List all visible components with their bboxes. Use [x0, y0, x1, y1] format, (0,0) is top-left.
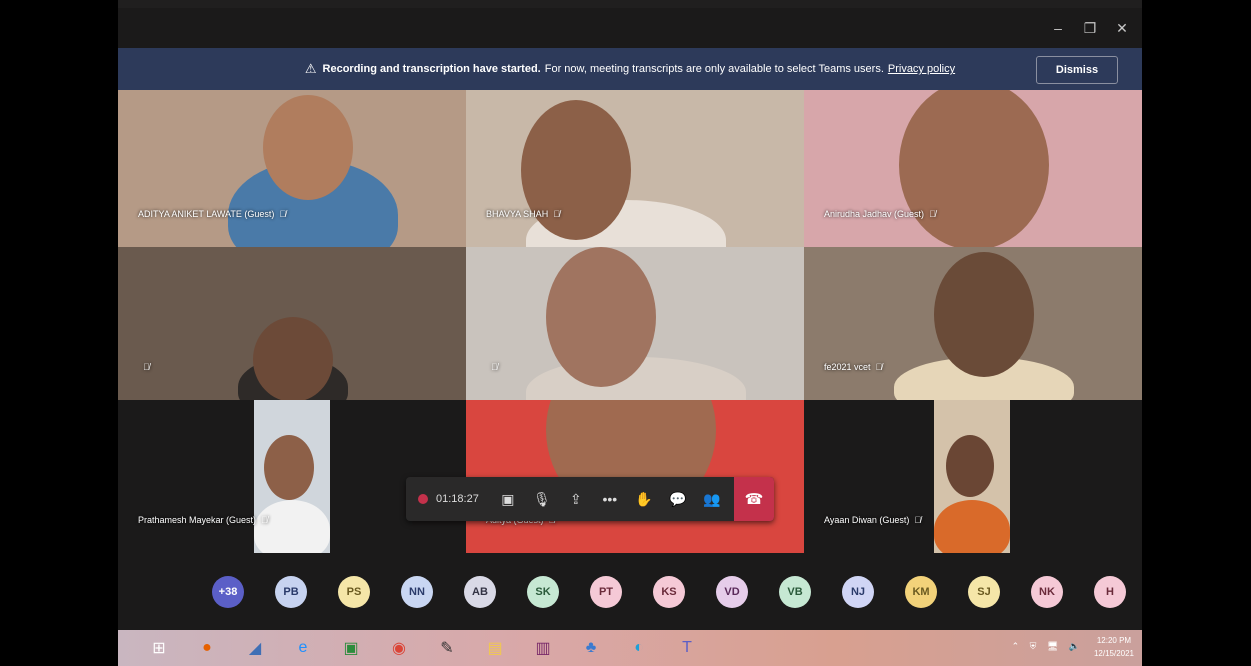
- mic-off-icon: 🎙̸: [914, 515, 922, 525]
- camera-off-icon[interactable]: ▣: [491, 477, 525, 521]
- firefox-icon[interactable]: ●: [194, 635, 220, 661]
- clock[interactable]: 12:20 PM 12/15/2021: [1094, 634, 1134, 660]
- notes-icon[interactable]: ◢: [242, 635, 268, 661]
- participant-video: [934, 400, 1010, 553]
- share-icon[interactable]: ⇪: [559, 477, 593, 521]
- close-button[interactable]: ✕: [1110, 8, 1134, 48]
- participant-avatar[interactable]: AB: [464, 576, 496, 608]
- mic-off-icon: 🎙̸: [279, 209, 287, 219]
- participant-video: [254, 400, 330, 553]
- participant-name: ADITYA ANIKET LAWATE (Guest) 🎙̸: [138, 209, 287, 219]
- participant-video: [254, 500, 330, 553]
- chrome-icon[interactable]: ◉: [386, 635, 412, 661]
- folder-icon[interactable]: ▤: [482, 635, 508, 661]
- participant-video: [546, 247, 656, 387]
- people-app-icon[interactable]: ♣: [578, 635, 604, 661]
- participant-video: [521, 100, 631, 240]
- participant-name: BHAVYA SHAH 🎙̸: [486, 209, 560, 219]
- participant-avatar[interactable]: H: [1094, 576, 1126, 608]
- banner-text: For now, meeting transcripts are only av…: [544, 63, 884, 75]
- leave-button[interactable]: ☎: [734, 477, 774, 521]
- meeting-controls: 01:18:27 ▣ 🎙 ⇪ ••• ✋ 💬 👥 ☎: [406, 477, 774, 521]
- participant-avatar[interactable]: NK: [1031, 576, 1063, 608]
- participant-avatar[interactable]: KM: [905, 576, 937, 608]
- warning-icon: ⚠: [304, 61, 317, 76]
- store-icon[interactable]: ▣: [338, 635, 364, 661]
- recording-banner: ⚠ Recording and transcription have start…: [118, 48, 1142, 90]
- video-tile[interactable]: BHAVYA SHAH 🎙̸: [466, 90, 804, 247]
- mic-off-icon: 🎙̸: [929, 209, 936, 219]
- mic-off-icon: 🎙̸: [553, 209, 560, 219]
- participant-avatar[interactable]: SJ: [968, 576, 1000, 608]
- video-tile[interactable]: fe2021 vcet 🎙̸: [804, 247, 1142, 400]
- participant-avatar[interactable]: NJ: [842, 576, 874, 608]
- participant-avatar[interactable]: VD: [716, 576, 748, 608]
- ie-icon[interactable]: e: [290, 635, 316, 661]
- clock-time: 12:20 PM: [1096, 636, 1132, 645]
- participant-video: [263, 95, 353, 200]
- title-bar: – ❐ ✕: [118, 8, 1142, 48]
- people-icon[interactable]: 👥: [695, 477, 729, 521]
- teams-meeting-window: – ❐ ✕ ⚠ Recording and transcription have…: [118, 0, 1142, 666]
- participant-name: Prathamesh Mayekar (Guest) 🎙̸: [138, 515, 268, 525]
- participant-name: 🎙̸: [138, 362, 150, 372]
- system-tray[interactable]: ⌃ ⛨ 🖥 🔈: [1012, 641, 1084, 652]
- video-tile[interactable]: 🎙̸: [118, 247, 466, 400]
- participant-name: Ayaan Diwan (Guest) 🎙̸: [824, 515, 922, 525]
- banner-bold-text: Recording and transcription have started…: [322, 63, 541, 75]
- participant-video: [946, 435, 994, 497]
- mic-off-icon[interactable]: 🎙: [525, 477, 559, 521]
- participant-name: fe2021 vcet 🎙̸: [824, 362, 883, 372]
- video-tile[interactable]: Ayaan Diwan (Guest) 🎙̸: [804, 400, 1142, 553]
- restore-button[interactable]: ❐: [1078, 8, 1102, 48]
- minimize-button[interactable]: –: [1046, 8, 1070, 48]
- participant-avatar[interactable]: PB: [275, 576, 307, 608]
- participant-avatar[interactable]: +38: [212, 576, 244, 608]
- mic-off-icon: 🎙̸: [261, 515, 268, 525]
- participant-avatar[interactable]: KS: [653, 576, 685, 608]
- participant-avatar[interactable]: PS: [338, 576, 370, 608]
- mic-off-icon: 🎙̸: [875, 362, 883, 372]
- participant-name: 🎙̸: [486, 362, 498, 372]
- participant-roster: +38 PB PS NN AB SK PT KS VD VB NJ KM SJ NK H: [118, 553, 1142, 630]
- participant-video: [264, 435, 314, 500]
- raise-hand-icon[interactable]: ✋: [627, 477, 661, 521]
- windows-taskbar: ⌃ ⛨ 🖥 🔈 12:20 PM 12/15/2021 ⊞ ● ◢ e ▣ ◉ ✎ ▤ ▥ ♣ ◐ T: [118, 630, 1142, 666]
- video-tile[interactable]: Anirudha Jadhav (Guest) 🎙̸: [804, 90, 1142, 247]
- chat-icon[interactable]: 💬: [661, 477, 695, 521]
- edge-icon[interactable]: ◐: [626, 635, 652, 661]
- participant-avatar[interactable]: SK: [527, 576, 559, 608]
- more-icon[interactable]: •••: [593, 477, 627, 521]
- mic-off-icon: 🎙̸: [143, 362, 150, 372]
- mic-off-icon: 🎙̸: [491, 362, 498, 372]
- archive-icon[interactable]: ▥: [530, 635, 556, 661]
- participant-video: [899, 90, 1049, 247]
- participant-name: Anirudha Jadhav (Guest) 🎙̸: [824, 209, 936, 219]
- participant-avatar[interactable]: NN: [401, 576, 433, 608]
- video-tile[interactable]: 🎙̸: [466, 247, 804, 400]
- privacy-policy-link[interactable]: Privacy policy: [888, 63, 955, 75]
- participant-video: [934, 252, 1034, 377]
- start-icon[interactable]: ⊞: [146, 635, 172, 661]
- teams-icon[interactable]: T: [674, 635, 700, 661]
- meeting-timer: 01:18:27: [436, 493, 479, 505]
- video-tile[interactable]: ADITYA ANIKET LAWATE (Guest) 🎙̸: [118, 90, 466, 247]
- participant-video: [934, 500, 1010, 553]
- recording-indicator: [418, 494, 428, 504]
- participant-avatar[interactable]: VB: [779, 576, 811, 608]
- tool-icon[interactable]: ✎: [434, 635, 460, 661]
- participant-avatar[interactable]: PT: [590, 576, 622, 608]
- participant-video: [253, 317, 333, 400]
- clock-date: 12/15/2021: [1093, 649, 1134, 658]
- dismiss-button[interactable]: Dismiss: [1036, 56, 1118, 84]
